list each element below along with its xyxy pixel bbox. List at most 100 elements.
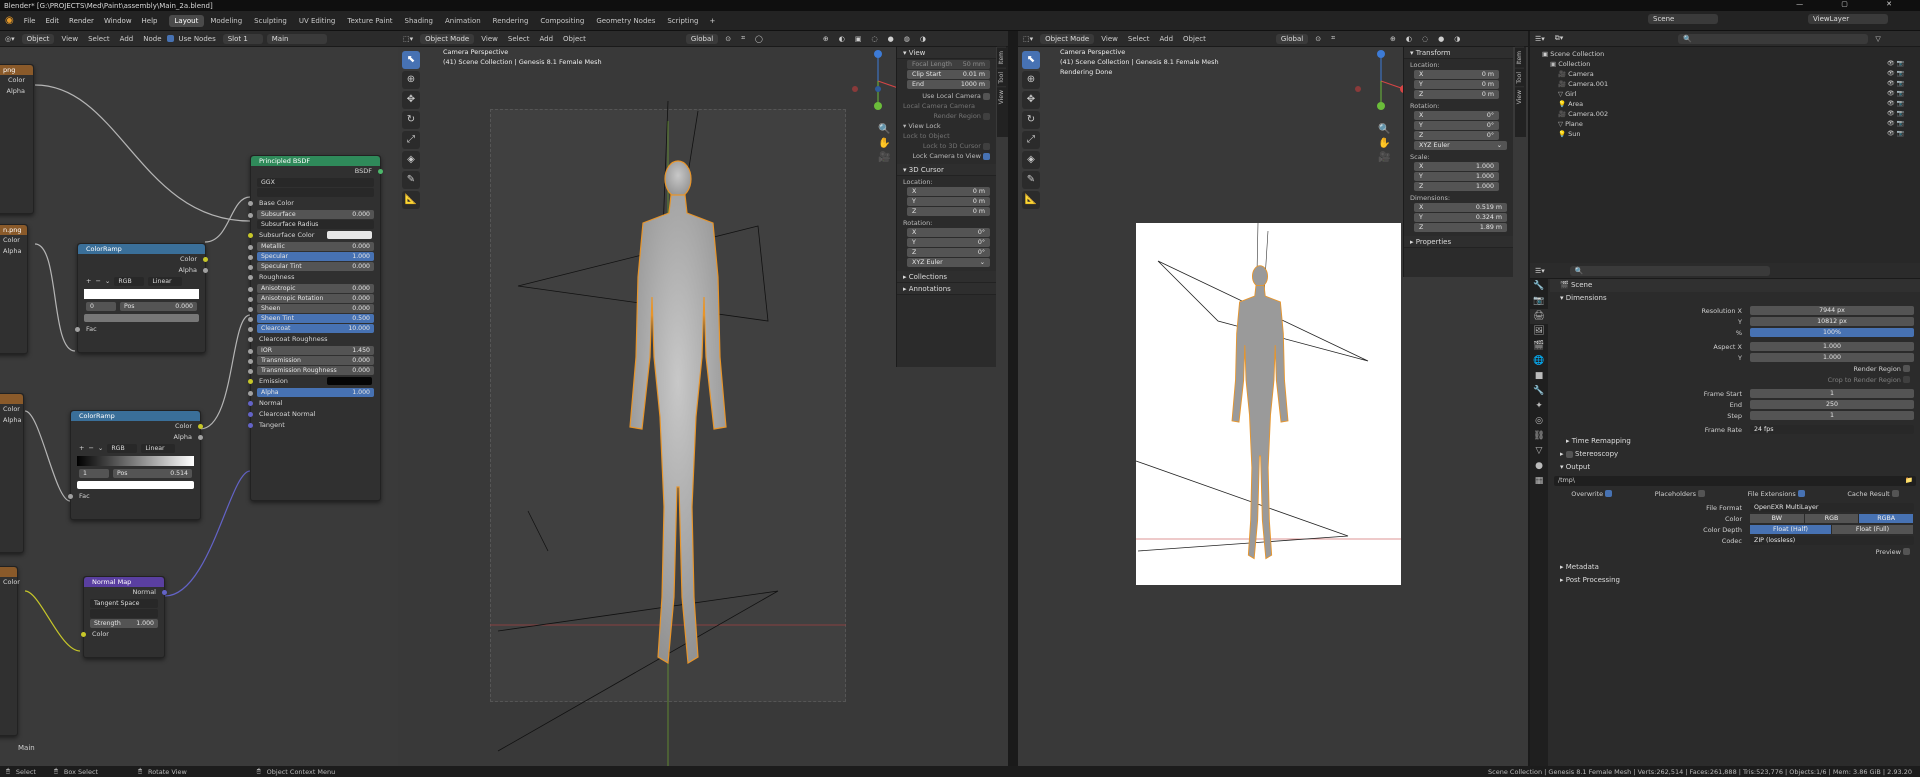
field-x[interactable]: X 0 m [907, 187, 990, 196]
output-section-header[interactable]: ▾ Output [1550, 461, 1920, 474]
socket[interactable] [248, 349, 253, 354]
3d-cursor-section-header[interactable]: ▾ 3D Cursor [897, 164, 996, 176]
folder-icon[interactable]: 📁 [1905, 476, 1916, 486]
dimensions-section-header[interactable]: ▾ Dimensions [1550, 292, 1920, 305]
post-processing-section-header[interactable]: ▸ Post Processing [1550, 574, 1920, 587]
bsdf-input-specular[interactable]: Specular 1.000 [248, 252, 374, 261]
bsdf-input-normal[interactable]: Normal [248, 398, 380, 409]
image-texture-node-2[interactable]: n.png Color Alpha [0, 224, 28, 354]
shader-node-editor[interactable]: ◎▾ Object View Select Add Node Use Nodes… [0, 31, 398, 766]
zoom-icon[interactable]: 🔍 [1378, 123, 1390, 137]
field-z[interactable]: Z 0 m [1414, 90, 1499, 99]
socket[interactable] [68, 494, 73, 499]
material-tab-icon[interactable]: ● [1530, 459, 1548, 474]
stereoscopy-checkbox[interactable] [1565, 450, 1573, 458]
bsdf-input-metallic[interactable]: Metallic 0.000 [248, 242, 374, 251]
socket[interactable] [248, 245, 253, 250]
aspect-x-field[interactable]: 1.000 [1750, 342, 1914, 351]
frame-rate-select[interactable]: 24 fps [1750, 425, 1914, 434]
aspect-y-field[interactable]: 1.000 [1750, 353, 1914, 362]
ramp-interp-select[interactable]: Linear [148, 277, 183, 286]
subsurface-method-select[interactable] [257, 188, 374, 197]
socket[interactable] [248, 337, 253, 342]
local-camera-value[interactable]: Camera [950, 102, 976, 110]
file-ext-checkbox[interactable] [1797, 490, 1805, 497]
bsdf-input-base-color[interactable]: Base Color [248, 198, 380, 209]
space-select[interactable]: Tangent Space [90, 599, 158, 608]
tab-layout[interactable]: Layout [168, 14, 205, 27]
focal-length-field[interactable]: Focal Length 50 mm [907, 60, 990, 69]
frame-end-field[interactable]: 250 [1750, 400, 1914, 409]
tool-tab-icon[interactable]: 🔧 [1530, 279, 1548, 294]
depth-option-1[interactable]: Float (Full) [1832, 525, 1913, 534]
bsdf-input-clearcoat-roughness[interactable]: Clearcoat Roughness [248, 334, 380, 345]
field-x[interactable]: X 0.519 m [1414, 203, 1507, 212]
placeholders-checkbox[interactable] [1698, 490, 1706, 497]
lock-camera-row[interactable]: Lock Camera to View [897, 150, 996, 160]
socket[interactable] [248, 391, 253, 396]
camera-view-icon[interactable]: 🎥 [1378, 151, 1390, 165]
properties-editor[interactable]: ☰▾ 🔍 🔧 📷 🖨 🖼 🎬 🌐 ■ 🔧 ✦ ◎ ⛓ ▽ ● ▦ 🎬 Scene… [1530, 263, 1920, 766]
menu-help[interactable]: Help [137, 17, 163, 25]
field-z[interactable]: Z 0 m [907, 207, 990, 216]
ramp-gradient[interactable] [84, 289, 199, 299]
field-x[interactable]: X 0 m [1414, 70, 1499, 79]
pan-hand-icon[interactable]: ✋ [1378, 137, 1390, 151]
particles-tab-icon[interactable]: ✦ [1530, 399, 1548, 414]
object-tab-icon[interactable]: ■ [1530, 369, 1548, 384]
remove-stop-icon[interactable]: − [88, 443, 93, 454]
field-y[interactable]: Y 0 m [1414, 80, 1499, 89]
outliner[interactable]: ☰▾ ⧉▾ 🔍 ▽ ▣ Scene Collection ▣ Collectio… [1530, 31, 1920, 263]
tab-uv-editing[interactable]: UV Editing [293, 15, 342, 27]
modifier-tab-icon[interactable]: 🔧 [1530, 384, 1548, 399]
placeholders-option[interactable]: Placeholders [1655, 490, 1706, 498]
bsdf-input-roughness[interactable]: Roughness [248, 272, 380, 283]
bsdf-input-transmission-roughness[interactable]: Transmission Roughness 0.000 [248, 366, 374, 375]
tab-item[interactable]: Item [1515, 47, 1524, 68]
window-controls[interactable]: — ▢ ✕ [1796, 0, 1910, 8]
field-z[interactable]: Z 1.89 m [1414, 223, 1507, 232]
tab-modeling[interactable]: Modeling [204, 15, 248, 27]
uv-map-select[interactable] [90, 609, 158, 618]
physics-tab-icon[interactable]: ◎ [1530, 414, 1548, 429]
outliner-item-plane[interactable]: ▽ Plane 👁 📷 [1542, 119, 1912, 129]
time-remapping-header[interactable]: ▸ Time Remapping [1550, 435, 1920, 448]
socket[interactable] [248, 213, 253, 218]
field-x[interactable]: X 0° [907, 228, 990, 237]
cache-checkbox[interactable] [1891, 490, 1899, 497]
field-y[interactable]: Y 0 m [907, 197, 990, 206]
render-region-row[interactable]: Render Region [897, 110, 996, 120]
render-region-checkbox[interactable] [983, 112, 990, 120]
lock-camera-checkbox[interactable] [983, 152, 990, 160]
color-option-rgba[interactable]: RGBA [1859, 514, 1914, 523]
chevron-down-icon[interactable]: ⌄ [98, 443, 103, 454]
stop-pos-field[interactable]: Pos 0.000 [120, 302, 197, 311]
blender-logo-icon[interactable]: ◉ [0, 15, 19, 26]
outliner-item-collection[interactable]: ▣ Collection 👁 📷 [1542, 59, 1912, 69]
res-y-field[interactable]: 10812 px [1750, 317, 1914, 326]
world-tab-icon[interactable]: 🌐 [1530, 354, 1548, 369]
color-swatch[interactable] [327, 377, 372, 385]
field-x[interactable]: X 1.000 [1414, 162, 1499, 171]
bsdf-input-sheen-tint[interactable]: Sheen Tint 0.500 [248, 314, 374, 323]
editor-type-icon[interactable]: ☰▾ [1530, 35, 1550, 43]
visibility-toggles[interactable]: 👁 📷 [1887, 119, 1904, 129]
visibility-toggles[interactable]: 👁 📷 [1887, 89, 1904, 99]
render-region-checkbox[interactable] [1903, 365, 1910, 372]
bsdf-input-transmission[interactable]: Transmission 0.000 [248, 356, 374, 365]
socket[interactable] [248, 265, 253, 270]
visibility-toggles[interactable]: 👁 📷 [1887, 109, 1904, 119]
filter-icon[interactable]: ▽ [1870, 35, 1885, 43]
outliner-search-input[interactable]: 🔍 [1678, 33, 1869, 44]
color-swatch[interactable] [327, 231, 372, 239]
3d-viewport-main[interactable]: ⬚▾ Object Mode View Select Add Object Gl… [398, 31, 1008, 766]
bsdf-input-clearcoat[interactable]: Clearcoat 10.000 [248, 324, 374, 333]
socket[interactable] [203, 257, 208, 262]
outliner-item-area[interactable]: 💡 Area 👁 📷 [1542, 99, 1912, 109]
stop-index-field[interactable]: 0 [86, 302, 116, 311]
preview-checkbox[interactable] [1903, 548, 1910, 555]
tab-geometry-nodes[interactable]: Geometry Nodes [590, 15, 661, 27]
socket[interactable] [248, 412, 253, 417]
colorramp-node-1[interactable]: ColorRamp Color Alpha + − ⌄ RGB Linear 0 P… [75, 243, 208, 353]
data-tab-icon[interactable]: ▽ [1530, 444, 1548, 459]
